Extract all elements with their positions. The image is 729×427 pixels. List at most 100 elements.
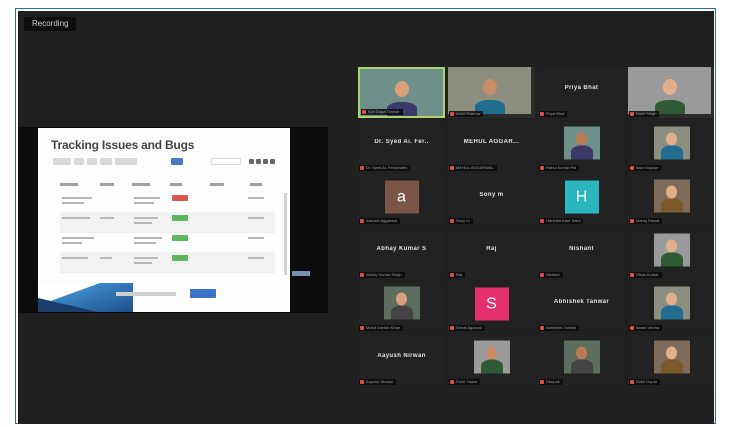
participant-label-text: Vikas Kumar: [636, 271, 659, 277]
person-body-icon: [570, 359, 593, 374]
participant-display-name: Nishant: [569, 245, 594, 252]
participant-tile[interactable]: Sahil Gupta: [628, 334, 714, 386]
participant-tile[interactable]: Aayush Nirwan Aayush Nirwan: [358, 334, 445, 386]
table-row: [60, 232, 275, 253]
participant-label-text: Dr. Syed Ai. Fernandes: [366, 164, 408, 170]
toolbar-icon: [270, 159, 275, 164]
participant-tile[interactable]: Dr. Syed Ai. Fer.. Dr. Syed Ai. Fernandes: [358, 120, 445, 172]
toolbar-icon: [249, 159, 254, 164]
participant-label-text: Aman Verma: [636, 325, 660, 330]
participant-display-name: Aayush Nirwan: [377, 352, 426, 359]
participant-display-name: Sony m: [479, 192, 504, 198]
mic-muted-icon: [360, 219, 364, 223]
participant-display-name: Abhishek Tanwar: [553, 299, 610, 305]
table-header-cell: [250, 183, 262, 186]
avatar-photo: [653, 179, 690, 213]
participant-video: [628, 67, 711, 114]
toolbar-filter-button: [53, 158, 71, 165]
avatar-photo: [653, 340, 690, 374]
person-body-icon: [570, 145, 593, 160]
table-header-cell: [170, 183, 182, 186]
status-badge: [172, 255, 188, 261]
table-header-cell: [60, 183, 78, 186]
participant-tile[interactable]: Rahul Kumar Pal: [538, 120, 625, 172]
participant-tile[interactable]: Priya Bhat Priya Bhat: [538, 67, 625, 118]
person-head-icon: [666, 132, 677, 146]
participant-tile[interactable]: Kirti Daga Tanwar: [358, 67, 445, 118]
participant-label-text: Deepak: [546, 378, 560, 384]
toolbar-icon: [263, 159, 268, 164]
participant-tile[interactable]: Raj Raj: [448, 227, 535, 279]
mic-muted-icon: [630, 165, 634, 170]
participant-name-label: Aayush Nirwan: [359, 378, 396, 385]
participant-tile[interactable]: Aman Verma: [628, 281, 714, 332]
avatar: S: [474, 287, 509, 321]
participant-name-label: Nishant: [539, 271, 563, 278]
mic-muted-icon: [630, 272, 634, 277]
person-head-icon: [486, 346, 497, 360]
participant-tile[interactable]: Arun Kapoor: [628, 120, 714, 172]
participant-label-text: Abhay Kumar Singh: [366, 271, 402, 277]
participant-name-label: Manoj Rawat: [629, 218, 663, 224]
participant-display-name: MEHUL AGGAR...: [463, 138, 520, 145]
participant-name-label: Shruti Agarwal: [449, 325, 485, 331]
participant-name-label: MEHUL AGGARWAL: [449, 164, 497, 171]
participant-tile[interactable]: Sony m Sony m: [448, 174, 535, 225]
mic-muted-icon: [450, 112, 454, 116]
issues-table-body: [60, 192, 282, 282]
participant-label-text: Aayush Nirwan: [366, 378, 393, 384]
mic-muted-icon: [540, 326, 544, 330]
toolbar-button: [74, 158, 84, 165]
participant-tile[interactable]: Nishant Nishant: [538, 227, 625, 279]
participant-tile[interactable]: Rohit Yadav: [448, 334, 535, 386]
person-body-icon: [660, 359, 683, 374]
participant-label-text: Raj: [456, 271, 463, 277]
participant-tile[interactable]: Manoj Rawat: [628, 174, 714, 225]
participant-name-label: Rahul Kumar Pal: [539, 164, 580, 171]
person-head-icon: [576, 346, 587, 360]
table-row: [60, 192, 275, 213]
mic-muted-icon: [360, 272, 364, 277]
presenter-tag: [292, 271, 310, 276]
participant-name-label: Mohd Danish Khan: [359, 325, 404, 331]
participant-display-name: Abhay Kumar S: [376, 245, 427, 252]
participant-label-text: Sony m: [456, 218, 470, 223]
mic-muted-icon: [360, 165, 364, 170]
participant-tile[interactable]: Abhishek Tanwar Abhishek Tanwar: [538, 281, 625, 332]
participant-tile[interactable]: Deepak: [538, 334, 625, 386]
participant-tile[interactable]: Nidhi Singh: [628, 67, 714, 118]
participant-tile[interactable]: Abhay Kumar S Abhay Kumar Singh: [358, 227, 445, 279]
person-head-icon: [482, 79, 497, 95]
participant-display-name: Raj: [486, 245, 497, 252]
participant-tile[interactable]: Mohd Danish Khan: [358, 281, 445, 332]
participant-tile[interactable]: H Harshita Kaur Saini: [538, 174, 625, 225]
participant-name-label: Dr. Syed Ai. Fernandes: [359, 164, 411, 171]
mic-muted-icon: [540, 379, 544, 384]
mic-muted-icon: [450, 326, 454, 330]
participant-name-label: Deepak: [539, 378, 563, 385]
table-row: [60, 212, 275, 233]
participant-label-text: Sahil Gupta: [636, 378, 657, 384]
participant-tile[interactable]: S Shruti Agarwal: [448, 281, 535, 332]
participant-label-text: Priya Bhat: [546, 111, 565, 116]
mic-muted-icon: [630, 219, 634, 223]
mic-muted-icon: [450, 379, 454, 384]
participant-tile[interactable]: a Aarushi Aggarwal: [358, 174, 445, 225]
slide-pagination: [116, 292, 176, 296]
mic-muted-icon: [450, 219, 454, 223]
participant-label-text: Shruti Agarwal: [456, 325, 482, 330]
slide-title: Tracking Issues and Bugs: [51, 138, 195, 152]
mic-muted-icon: [362, 110, 366, 114]
person-head-icon: [396, 292, 407, 306]
participant-tile[interactable]: MEHUL AGGAR... MEHUL AGGARWAL: [448, 120, 535, 172]
table-header-cell: [100, 183, 114, 186]
participant-label-text: Aarushi Aggarwal: [366, 218, 398, 223]
participant-name-label: Rohit Yadav: [449, 378, 481, 385]
avatar: H: [564, 180, 599, 214]
participant-tile[interactable]: Ankit Sharma: [448, 67, 535, 118]
status-badge: [172, 235, 188, 241]
shared-screen[interactable]: Tracking Issues and Bugs: [18, 127, 328, 313]
person-head-icon: [576, 132, 587, 146]
participant-name-label: Harshita Kaur Saini: [539, 218, 584, 224]
participant-tile[interactable]: Vikas Kumar: [628, 227, 714, 279]
